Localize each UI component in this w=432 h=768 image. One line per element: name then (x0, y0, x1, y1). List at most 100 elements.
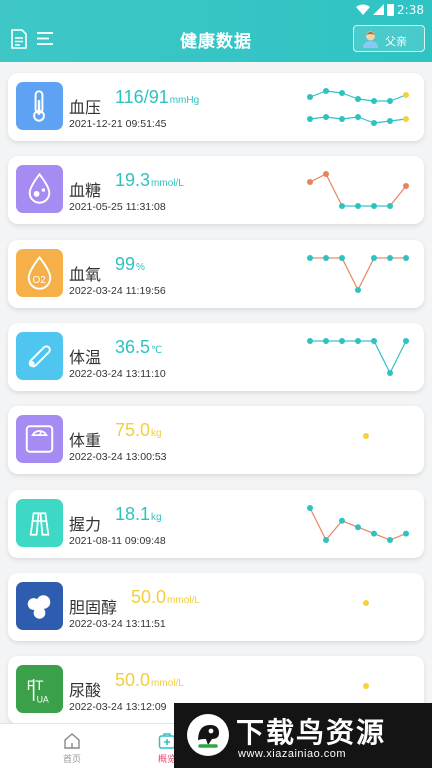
bird-logo-icon (187, 714, 229, 756)
metric-unit: kg (151, 428, 162, 439)
metric-value-number: 116/91 (115, 87, 169, 107)
metric-card[interactable]: 血压 116/91mmHg 2021-12-21 09:51:45 (8, 73, 424, 141)
sparkline-point (387, 255, 393, 261)
uric-acid-icon: FT UA (16, 665, 63, 713)
wifi-icon (356, 4, 370, 15)
metric-unit: % (136, 262, 145, 273)
metric-value: 75.0kg (115, 420, 162, 441)
metric-name: 握力 (69, 517, 102, 534)
sparkline-point (355, 287, 361, 293)
metric-card[interactable]: 血糖 19.3mmol/L 2021-05-25 11:31:08 (8, 156, 424, 224)
battery-icon (387, 4, 394, 16)
digital-thermometer-icon (16, 332, 63, 380)
sparkline-segment (357, 257, 375, 291)
profile-label: 父亲 (385, 36, 407, 48)
sparkline-point (355, 524, 361, 531)
sparkline-segment (373, 340, 391, 374)
metric-card[interactable]: 体重 75.0kg 2022-03-24 13:00:53 (8, 406, 424, 474)
trend-sparkline (307, 338, 409, 376)
sparkline-point (387, 98, 393, 104)
sparkline-point (363, 683, 369, 689)
profile-switch-button[interactable]: 父亲 (353, 25, 425, 52)
status-time: 2:38 (397, 3, 424, 17)
metric-name: 尿酸 (69, 683, 102, 700)
sparkline-segment (341, 257, 359, 291)
sparkline-segment (309, 507, 327, 541)
metric-value-number: 36.5 (115, 337, 151, 357)
trend-sparkline (307, 505, 409, 543)
sparkline-point (387, 537, 393, 543)
sparkline-point (387, 118, 393, 124)
sparkline-point (323, 338, 329, 344)
cholesterol-icon (16, 582, 63, 630)
tab-home[interactable]: 首页 (42, 726, 102, 765)
avatar-icon (363, 31, 378, 48)
metric-card[interactable]: 握力 18.1kg 2021-08-11 09:09:48 (8, 490, 424, 558)
metric-card[interactable]: 胆固醇 50.0mmol/L 2022-03-24 13:11:51 (8, 573, 424, 641)
metric-value: 50.0mmol/L (115, 670, 184, 691)
sparkline-point (403, 116, 409, 122)
metric-name: 血氧 (69, 267, 102, 284)
sparkline-point (323, 114, 329, 120)
sparkline-segment (389, 340, 407, 374)
metric-name: 体温 (69, 350, 102, 367)
metric-card[interactable]: O2 血氧 99% 2022-03-24 11:19:56 (8, 240, 424, 308)
sparkline-point (371, 530, 377, 537)
sparkline-point (403, 255, 409, 261)
sparkline-point (323, 255, 329, 261)
metric-value-number: 50.0 (131, 587, 167, 607)
metric-value-number: 19.3 (115, 170, 151, 190)
metric-name: 血糖 (69, 183, 102, 200)
sparkline-point (403, 183, 409, 189)
metric-value-number: 75.0 (115, 420, 151, 440)
metric-value: 99% (115, 254, 145, 275)
svg-text:O2: O2 (33, 275, 46, 286)
metric-timestamp: 2021-08-11 09:09:48 (69, 535, 166, 547)
sparkline-segment (325, 520, 343, 541)
metric-card[interactable]: 体温 36.5℃ 2022-03-24 13:11:10 (8, 323, 424, 391)
metric-value-number: 99 (115, 254, 136, 274)
watermark-banner: 下载鸟资源 www.xiazainiao.com (174, 703, 432, 768)
sparkline-segment (389, 185, 407, 207)
sparkline-point (363, 600, 369, 606)
metric-unit: ℃ (151, 345, 163, 356)
app-header: 2:38 健康数据 父亲 (0, 0, 432, 62)
sparkline-point (371, 338, 377, 344)
svg-text:UA: UA (37, 695, 49, 705)
o2-drop-icon: O2 (16, 249, 63, 297)
sparkline-point (355, 96, 361, 102)
sparkline-point (307, 179, 313, 185)
sparkline-point (355, 114, 361, 120)
sparkline-point (339, 116, 345, 122)
thermometer-icon (16, 82, 63, 130)
blood-drop-icon (16, 165, 63, 213)
metric-name: 体重 (69, 433, 102, 450)
sparkline-point (307, 94, 313, 100)
metric-value: 116/91mmHg (115, 87, 199, 108)
sparkline-point (387, 203, 393, 209)
scale-icon (16, 415, 63, 463)
sparkline-point (339, 90, 345, 96)
sparkline-point (323, 537, 329, 543)
watermark-title: 下载鸟资源 (236, 716, 387, 749)
metric-name: 胆固醇 (69, 600, 118, 617)
metric-name: 血压 (69, 100, 102, 117)
trend-sparkline (363, 433, 369, 439)
metric-value: 50.0mmol/L (131, 587, 200, 608)
sparkline-point (371, 203, 377, 209)
metric-unit: mmol/L (151, 678, 184, 689)
sparkline-point (371, 255, 377, 261)
tab-home-label: 首页 (62, 754, 81, 764)
trend-sparkline (363, 600, 369, 606)
sparkline-point (323, 88, 329, 94)
sparkline-point (339, 203, 345, 209)
metric-timestamp: 2022-03-24 13:11:51 (69, 618, 166, 630)
metric-timestamp: 2021-05-25 11:31:08 (69, 201, 166, 213)
sparkline-point (371, 120, 377, 126)
metric-timestamp: 2022-03-24 13:00:53 (69, 451, 167, 463)
trend-sparkline (307, 171, 409, 209)
home-icon (64, 733, 80, 749)
signal-icon (373, 4, 384, 15)
metric-unit: kg (151, 512, 162, 523)
metric-timestamp: 2022-03-24 11:19:56 (69, 285, 166, 297)
